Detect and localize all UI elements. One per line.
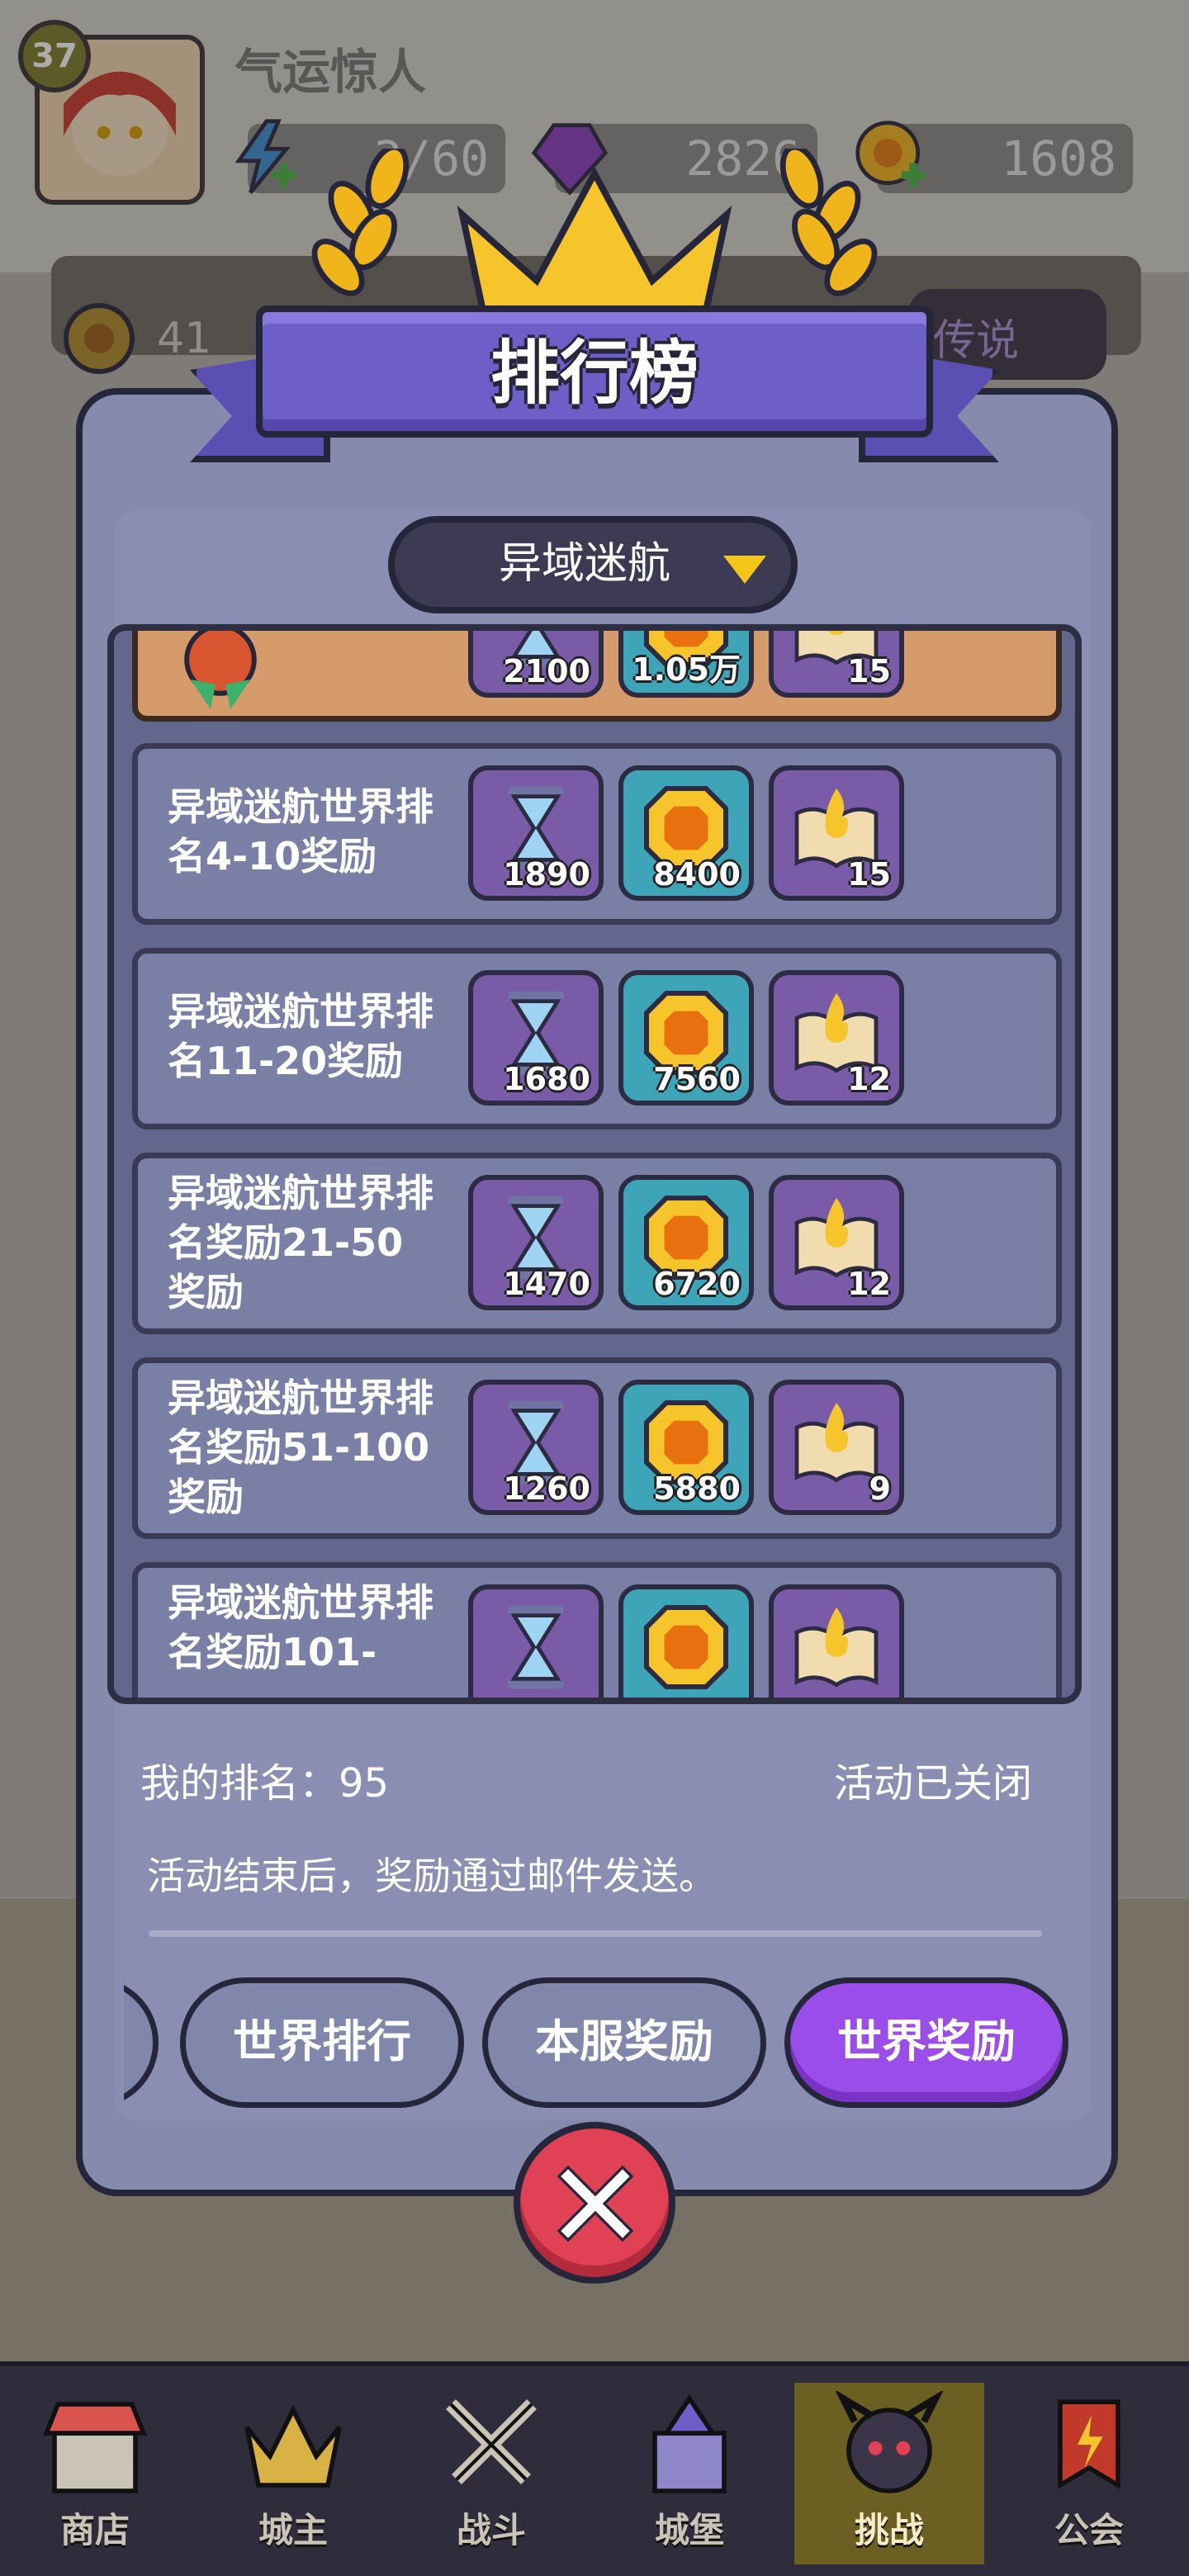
tab-server-rewards[interactable]: 本服奖励	[482, 1977, 766, 2108]
hourglass-icon	[508, 1605, 564, 1689]
guild-banner-icon	[1058, 2399, 1120, 2489]
nav-label: 城堡	[654, 2510, 724, 2550]
coin-reward[interactable]	[618, 1584, 754, 1698]
close-button[interactable]	[514, 2122, 675, 2284]
divider	[149, 1930, 1042, 1937]
reward-qty: 12	[847, 1061, 891, 1097]
coin-icon	[644, 1605, 728, 1689]
book-reward[interactable]	[769, 1584, 904, 1698]
hourglass-reward[interactable]	[468, 1584, 604, 1698]
coin-reward[interactable]: 8400	[618, 765, 754, 901]
coin-reward[interactable]: 6720	[618, 1175, 754, 1310]
close-icon	[557, 2165, 634, 2242]
reward-row: 异域迷航世界排名奖励101-	[132, 1562, 1062, 1698]
reward-qty: 1470	[503, 1266, 590, 1302]
reward-qty: 1890	[503, 856, 590, 893]
nav-shop[interactable]: 商店	[0, 2383, 190, 2564]
my-rank: 我的排名：95	[140, 1760, 390, 1807]
bottom-nav: 商店 城主 战斗 城堡 挑战 公会	[0, 2361, 1189, 2576]
castle-icon	[652, 2394, 727, 2493]
reward-row: 异域迷航世界排名11-20奖励 1680 7560 12	[132, 948, 1062, 1129]
book-reward[interactable]: 15	[769, 765, 904, 901]
book-reward[interactable]: 12	[769, 970, 904, 1106]
reward-row-label: 异域迷航世界排名奖励51-100奖励	[168, 1376, 433, 1519]
crown-icon	[244, 2404, 342, 2488]
coin-reward[interactable]: 1.05万	[618, 631, 754, 698]
reward-qty: 15	[847, 856, 891, 893]
reward-row-label: 异域迷航世界排名奖励21-50奖励	[168, 1171, 433, 1314]
reward-qty: 8400	[653, 856, 741, 893]
nav-label: 商店	[59, 2510, 130, 2550]
reward-row-label: 异域迷航世界排名奖励101-	[168, 1580, 433, 1674]
reward-row-label: 异域迷航世界排名11-20奖励	[168, 989, 433, 1083]
spellbook-icon	[794, 1608, 879, 1688]
book-reward[interactable]: 12	[769, 1175, 904, 1310]
dropdown-arrow-icon	[723, 556, 766, 584]
shop-icon	[43, 2402, 147, 2493]
reward-qty: 1.05万	[632, 651, 741, 688]
nav-battle[interactable]: 战斗	[396, 2383, 586, 2564]
tab-bar: 世界排行 本服奖励 世界奖励	[124, 1977, 1070, 2110]
nav-challenge[interactable]: 挑战	[794, 2383, 984, 2564]
reward-row: 2100 1.05万 15	[132, 631, 1062, 722]
reward-row-label: 异域迷航世界排名4-10奖励	[168, 784, 433, 878]
reward-qty: 1260	[503, 1470, 590, 1507]
reward-qty: 6720	[653, 1266, 741, 1302]
reward-qty: 12	[847, 1266, 891, 1302]
event-status: 活动已关闭	[834, 1760, 1033, 1807]
reward-row: 异域迷航世界排名奖励21-50奖励 1470 6720 12	[132, 1153, 1062, 1334]
reward-qty: 2100	[503, 653, 590, 689]
nav-guild[interactable]: 公会	[994, 2383, 1184, 2564]
demon-mask-icon	[834, 2389, 945, 2493]
event-dropdown[interactable]: 异域迷航	[388, 516, 798, 613]
swords-icon	[446, 2399, 537, 2484]
nav-label: 战斗	[456, 2510, 526, 2550]
reward-list[interactable]: 2100 1.05万 15 异域迷航世界排名4-10奖励 1890 8400 1…	[107, 624, 1082, 1704]
reward-qty: 9	[869, 1470, 891, 1507]
panel-title: 排行榜	[490, 333, 699, 414]
hourglass-reward[interactable]: 2100	[468, 631, 604, 698]
nav-label: 挑战	[854, 2510, 924, 2550]
coin-reward[interactable]: 7560	[618, 970, 754, 1106]
event-dropdown-label: 异域迷航	[499, 539, 671, 589]
nav-label: 公会	[1054, 2510, 1124, 2550]
reward-qty: 5880	[653, 1470, 741, 1507]
laurel-left-icon	[311, 149, 410, 296]
hourglass-reward[interactable]: 1680	[468, 970, 604, 1106]
laurel-right-icon	[779, 149, 878, 296]
reward-note: 活动结束后，奖励通过邮件发送。	[147, 1854, 717, 1898]
reward-qty: 15	[847, 653, 891, 689]
coin-reward[interactable]: 5880	[618, 1380, 754, 1515]
nav-castle[interactable]: 城堡	[594, 2383, 784, 2564]
tab-hidden[interactable]	[124, 1977, 159, 2108]
reward-row: 异域迷航世界排名奖励51-100奖励 1260 5880 9	[132, 1357, 1062, 1539]
hourglass-reward[interactable]: 1890	[468, 765, 604, 901]
nav-label: 城主	[258, 2510, 328, 2550]
reward-qty: 1680	[503, 1061, 590, 1097]
nav-lord[interactable]: 城主	[198, 2383, 388, 2564]
hourglass-reward[interactable]: 1260	[468, 1380, 604, 1515]
reward-row: 异域迷航世界排名4-10奖励 1890 8400 15	[132, 743, 1062, 925]
reward-qty: 7560	[653, 1061, 741, 1097]
book-reward[interactable]: 15	[769, 631, 904, 698]
tab-world-ranking[interactable]: 世界排行	[180, 1977, 464, 2108]
book-reward[interactable]: 9	[769, 1380, 904, 1515]
medal-icon	[184, 631, 257, 709]
hourglass-reward[interactable]: 1470	[468, 1175, 604, 1310]
tab-world-rewards[interactable]: 世界奖励	[784, 1977, 1068, 2108]
